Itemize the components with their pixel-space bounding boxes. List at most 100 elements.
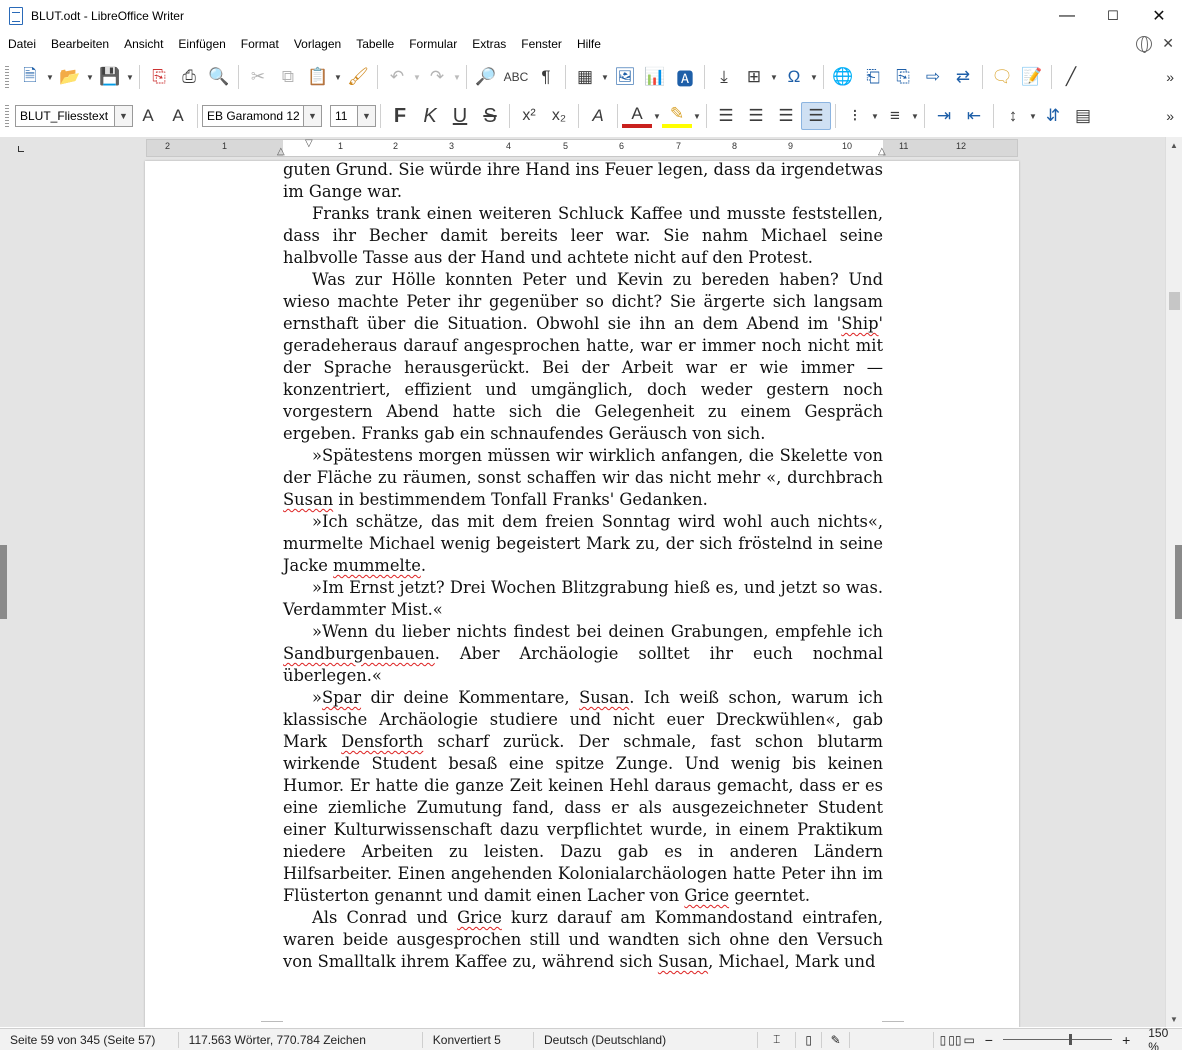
menu-bearbeiten[interactable]: Bearbeiten bbox=[43, 37, 116, 51]
scroll-up-icon[interactable]: ▲ bbox=[1166, 137, 1182, 153]
insert-textbox-icon[interactable]: 🅰 bbox=[670, 63, 700, 91]
bold-button[interactable]: F bbox=[385, 102, 415, 130]
print-icon[interactable]: ⎙ bbox=[174, 63, 204, 91]
track-changes-icon[interactable]: 📝 bbox=[1017, 63, 1047, 91]
redo-dropdown-icon[interactable]: ▼ bbox=[452, 73, 462, 82]
font-size-combo[interactable]: 11 ▼ bbox=[330, 105, 376, 127]
zoom-out-button[interactable]: − bbox=[981, 1032, 997, 1048]
open-dropdown-icon[interactable]: ▼ bbox=[85, 73, 95, 82]
first-line-indent-marker[interactable]: ▽ bbox=[305, 138, 313, 149]
paragraph-dialog-icon[interactable]: ▤ bbox=[1068, 102, 1098, 130]
table-dropdown-icon[interactable]: ▼ bbox=[600, 73, 610, 82]
clear-formatting-icon[interactable]: A bbox=[583, 102, 613, 130]
new-document-icon[interactable]: 🗎 bbox=[15, 63, 45, 91]
paragraph[interactable]: Franks trank einen weiteren Schluck Kaff… bbox=[283, 203, 883, 269]
field-dropdown-icon[interactable]: ▼ bbox=[769, 73, 779, 82]
toolbar-grip[interactable] bbox=[5, 105, 9, 127]
language-status[interactable]: Deutsch (Deutschland) bbox=[534, 1031, 759, 1048]
paragraph[interactable]: »Spätestens morgen müssen wir wirklich a… bbox=[283, 445, 883, 511]
paragraph[interactable]: Als Conrad und Grice kurz darauf am Komm… bbox=[283, 907, 883, 973]
zoom-in-button[interactable]: + bbox=[1118, 1032, 1134, 1048]
justify-icon[interactable]: ☰ bbox=[801, 102, 831, 130]
menu-datei[interactable]: Datei bbox=[0, 37, 43, 51]
save-icon[interactable]: 💾 bbox=[95, 63, 125, 91]
new-style-icon[interactable]: A bbox=[163, 102, 193, 130]
close-document-icon[interactable]: ✕ bbox=[1162, 35, 1174, 52]
undo-icon[interactable]: ↶ bbox=[382, 63, 412, 91]
selection-mode-icon[interactable]: ▯ bbox=[796, 1031, 823, 1048]
insert-mode-icon[interactable]: ⌶ bbox=[758, 1031, 797, 1048]
new-dropdown-icon[interactable]: ▼ bbox=[45, 73, 55, 82]
bullet-dropdown-icon[interactable]: ▼ bbox=[870, 112, 880, 121]
endnote-icon[interactable]: ⎘ bbox=[888, 63, 918, 91]
line-spacing-dropdown-icon[interactable]: ▼ bbox=[1028, 112, 1038, 121]
multi-page-view-icon[interactable]: ▯▯ bbox=[948, 1033, 961, 1047]
numbering-dropdown-icon[interactable]: ▼ bbox=[910, 112, 920, 121]
book-view-icon[interactable]: ▭ bbox=[963, 1033, 974, 1047]
spelling-icon[interactable]: ABC bbox=[501, 63, 531, 91]
paragraph[interactable]: guten Grund. Sie würde ihre Hand ins Feu… bbox=[283, 159, 883, 203]
find-replace-icon[interactable]: 🔎 bbox=[471, 63, 501, 91]
formatting-marks-icon[interactable]: ¶ bbox=[531, 63, 561, 91]
cross-reference-icon[interactable]: ⇄ bbox=[948, 63, 978, 91]
right-indent-marker[interactable]: △ bbox=[878, 146, 886, 157]
page-indicator[interactable]: Seite 59 von 345 (Seite 57) bbox=[0, 1031, 179, 1048]
more-toolbar-icon[interactable]: » bbox=[1166, 108, 1174, 124]
horizontal-ruler[interactable]: 2 1 1 2 3 4 5 6 7 8 9 10 11 12 ▽ △ △ bbox=[146, 138, 1018, 157]
underline-button[interactable]: U bbox=[445, 102, 475, 130]
maximize-button[interactable]: ☐ bbox=[1090, 0, 1136, 32]
close-button[interactable]: ✕ bbox=[1136, 0, 1182, 32]
open-folder-icon[interactable]: 📂 bbox=[55, 63, 85, 91]
menu-ansicht[interactable]: Ansicht bbox=[116, 37, 170, 51]
strikethrough-button[interactable]: S bbox=[475, 102, 505, 130]
save-dropdown-icon[interactable]: ▼ bbox=[125, 73, 135, 82]
special-character-icon[interactable]: Ω bbox=[779, 63, 809, 91]
scrollbar-thumb[interactable] bbox=[1169, 292, 1180, 310]
paragraph[interactable]: Was zur Hölle konnten Peter und Kevin zu… bbox=[283, 269, 883, 445]
paragraph[interactable]: »Wenn du lieber nichts findest bei deine… bbox=[283, 621, 883, 687]
paragraph[interactable]: »Spar dir deine Kommentare, Susan. Ich w… bbox=[283, 687, 883, 907]
single-page-view-icon[interactable]: ▯ bbox=[940, 1033, 947, 1047]
font-name-combo[interactable]: EB Garamond 12 ▼ bbox=[202, 105, 322, 127]
bullet-list-icon[interactable]: ⁝ bbox=[840, 102, 870, 130]
document-text[interactable]: guten Grund. Sie würde ihre Hand ins Feu… bbox=[283, 159, 883, 973]
menu-einfuegen[interactable]: Einfügen bbox=[170, 37, 232, 51]
insert-page-break-icon[interactable]: ⤓ bbox=[709, 63, 739, 91]
numbered-list-icon[interactable]: ≡ bbox=[880, 102, 910, 130]
sidebar-collapse-right[interactable] bbox=[1175, 545, 1182, 619]
menu-tabelle[interactable]: Tabelle bbox=[348, 37, 401, 51]
minimize-button[interactable]: — bbox=[1044, 0, 1090, 32]
menu-hilfe[interactable]: Hilfe bbox=[569, 37, 608, 51]
subscript-icon[interactable]: x₂ bbox=[544, 102, 574, 130]
print-preview-icon[interactable]: 🔍 bbox=[204, 63, 234, 91]
comment-icon[interactable]: 🗨 bbox=[987, 63, 1017, 91]
zoom-level[interactable]: 150 % bbox=[1134, 1026, 1182, 1050]
zoom-slider[interactable] bbox=[1002, 1034, 1113, 1045]
special-char-dropdown-icon[interactable]: ▼ bbox=[809, 73, 819, 82]
paste-icon[interactable]: 📋 bbox=[303, 63, 333, 91]
left-indent-marker[interactable]: △ bbox=[277, 146, 285, 157]
highlight-color-icon[interactable]: ✎ bbox=[662, 104, 692, 128]
paste-dropdown-icon[interactable]: ▼ bbox=[333, 73, 343, 82]
paragraph-spacing-icon[interactable]: ⇵ bbox=[1038, 102, 1068, 130]
line-spacing-icon[interactable]: ↕ bbox=[998, 102, 1028, 130]
italic-button[interactable]: K bbox=[415, 102, 445, 130]
menu-extras[interactable]: Extras bbox=[464, 37, 513, 51]
more-toolbar-icon[interactable]: » bbox=[1166, 69, 1174, 85]
chevron-down-icon[interactable]: ▼ bbox=[114, 106, 132, 126]
insert-chart-icon[interactable]: 📊 bbox=[640, 63, 670, 91]
paragraph-style-combo[interactable]: BLUT_Fliesstext ▼ bbox=[15, 105, 133, 127]
decrease-indent-icon[interactable]: ⇤ bbox=[959, 102, 989, 130]
chevron-down-icon[interactable]: ▼ bbox=[357, 106, 375, 126]
document-page[interactable]: guten Grund. Sie würde ihre Hand ins Feu… bbox=[145, 159, 1019, 1027]
cut-icon[interactable]: ✂ bbox=[243, 63, 273, 91]
toolbar-grip[interactable] bbox=[5, 66, 9, 88]
globe-icon[interactable] bbox=[1136, 35, 1153, 53]
chevron-down-icon[interactable]: ▼ bbox=[303, 106, 321, 126]
update-style-icon[interactable]: A bbox=[133, 102, 163, 130]
menu-formular[interactable]: Formular bbox=[401, 37, 464, 51]
menu-vorlagen[interactable]: Vorlagen bbox=[286, 37, 348, 51]
align-left-icon[interactable]: ☰ bbox=[711, 102, 741, 130]
align-right-icon[interactable]: ☰ bbox=[771, 102, 801, 130]
paragraph[interactable]: »Ich schätze, das mit dem freien Sonntag… bbox=[283, 511, 883, 577]
